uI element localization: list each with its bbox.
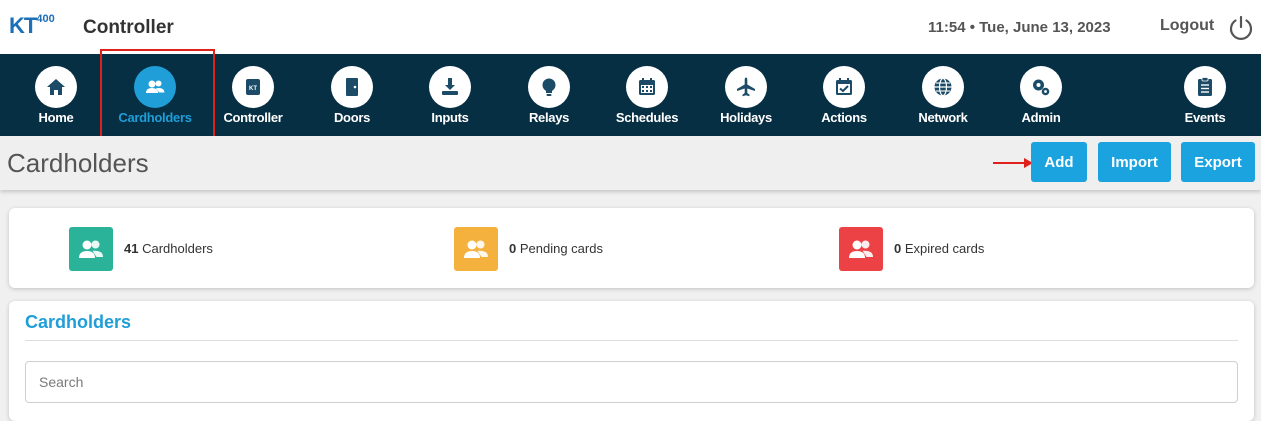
add-button[interactable]: Add: [1031, 142, 1087, 182]
nav-icon-circle: [922, 66, 964, 108]
stat-text: 41 Cardholders: [124, 241, 213, 256]
nav-icon-circle: KT: [232, 66, 274, 108]
cardholders-list-card: Cardholders: [9, 301, 1254, 421]
arrow-annotation: [993, 158, 1033, 168]
nav-label: Events: [1184, 110, 1226, 125]
nav-label: Inputs: [431, 110, 469, 125]
clipboard-icon: [1198, 77, 1212, 96]
nav-item-home[interactable]: Home: [13, 54, 99, 136]
lightbulb-icon: [542, 78, 556, 96]
nav-icon-circle: [528, 66, 570, 108]
controller-icon: KT: [246, 79, 260, 95]
nav-item-holidays[interactable]: Holidays: [703, 54, 789, 136]
stat-label: Expired cards: [904, 241, 985, 256]
nav-label: Holidays: [720, 110, 772, 125]
nav-icon-circle: [1184, 66, 1226, 108]
svg-text:KT: KT: [249, 86, 257, 92]
calendar-check-icon: [836, 78, 852, 95]
nav-item-doors[interactable]: Doors: [309, 54, 395, 136]
nav-icon-circle: [823, 66, 865, 108]
nav-item-relays[interactable]: Relays: [506, 54, 592, 136]
nav-label: Doors: [333, 110, 371, 125]
kt400-logo[interactable]: KT400: [9, 13, 55, 39]
nav-label: Admin: [1021, 110, 1061, 125]
highlight-annotation: [100, 49, 215, 145]
divider: [25, 340, 1238, 341]
nav-item-events[interactable]: Events: [1162, 54, 1248, 136]
nav-item-inputs[interactable]: Inputs: [407, 54, 493, 136]
cardholders-icon: [454, 227, 498, 271]
home-icon: [47, 79, 65, 95]
stat-label: Cardholders: [142, 241, 213, 256]
logo-text: KT: [9, 13, 37, 38]
top-header: KT400 Controller 11:54 • Tue, June 13, 2…: [0, 0, 1261, 54]
calendar-icon: [639, 78, 655, 95]
stats-card: 41 Cardholders 0 Pending cards 0 Expired…: [9, 208, 1254, 288]
nav-icon-circle: [725, 66, 767, 108]
cardholders-icon: [839, 227, 883, 271]
stat-label: Pending cards: [519, 241, 603, 256]
nav-label: Controller: [223, 110, 283, 125]
gears-icon: [1033, 79, 1050, 96]
app-title: Controller: [83, 17, 174, 38]
nav-label: Actions: [821, 110, 867, 125]
datetime-display: 11:54 • Tue, June 13, 2023: [928, 19, 1111, 36]
input-icon: [442, 78, 458, 95]
nav-label: Home: [38, 110, 74, 125]
airplane-icon: [737, 77, 755, 97]
stat-count: 41: [124, 241, 139, 256]
nav-icon-circle: [35, 66, 77, 108]
import-button[interactable]: Import: [1098, 142, 1171, 182]
stat-text: 0 Expired cards: [894, 241, 984, 256]
nav-icon-circle: [331, 66, 373, 108]
stat-count: 0: [894, 241, 902, 256]
globe-icon: [934, 77, 952, 97]
logo-superscript: 400: [36, 12, 55, 25]
nav-item-schedules[interactable]: Schedules: [604, 54, 690, 136]
nav-icon-circle: [626, 66, 668, 108]
nav-item-admin[interactable]: Admin: [998, 54, 1084, 136]
page-title: Cardholders: [7, 148, 149, 178]
nav-label: Network: [918, 110, 968, 125]
door-icon: [346, 78, 358, 96]
stat-text: 0 Pending cards: [509, 241, 603, 256]
search-input[interactable]: [25, 361, 1238, 403]
nav-icon-circle: [429, 66, 471, 108]
page-title-bar: Cardholders Add Import Export: [0, 136, 1261, 190]
stat-count: 0: [509, 241, 517, 256]
nav-icon-circle: [1020, 66, 1062, 108]
nav-item-network[interactable]: Network: [900, 54, 986, 136]
logout-link[interactable]: Logout: [1160, 17, 1214, 35]
nav-item-actions[interactable]: Actions: [801, 54, 887, 136]
nav-label: Schedules: [615, 110, 679, 125]
list-title: Cardholders: [25, 312, 132, 332]
nav-item-controller[interactable]: KT Controller: [210, 54, 296, 136]
nav-label: Relays: [528, 110, 570, 125]
cardholders-icon: [69, 227, 113, 271]
export-button[interactable]: Export: [1181, 142, 1255, 182]
power-icon[interactable]: [1227, 14, 1255, 42]
